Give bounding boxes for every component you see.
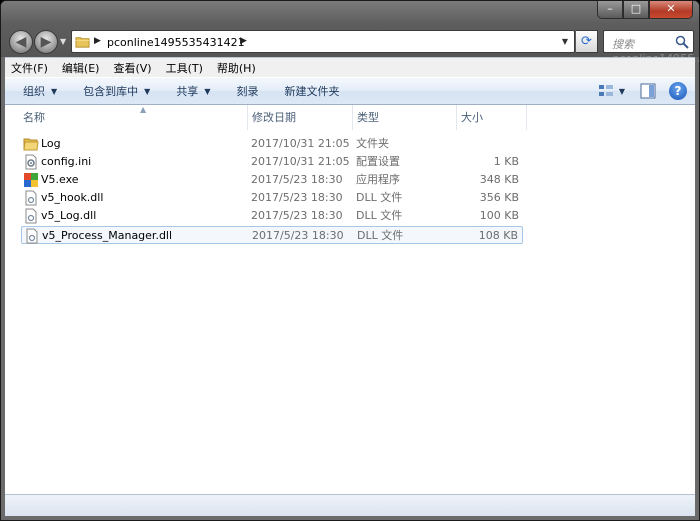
- file-size: 1 KB: [493, 155, 519, 168]
- dll-file-icon: [25, 208, 37, 224]
- view-options-dropdown[interactable]: ▼: [619, 87, 625, 96]
- column-header-name[interactable]: 名称: [17, 105, 248, 130]
- file-size: 356 KB: [479, 191, 519, 204]
- share-label: 共享: [176, 85, 199, 98]
- chevron-down-icon: ▼: [144, 86, 151, 96]
- command-bar: 组织 ▼ 包含到库中 ▼ 共享 ▼ 刻录 新建文件夹 ▼ ?: [5, 77, 695, 105]
- new-folder-button[interactable]: 新建文件夹: [284, 83, 339, 99]
- file-name: config.ini: [41, 155, 92, 168]
- folder-icon: [75, 37, 90, 48]
- include-in-library-label: 包含到库中: [83, 85, 139, 98]
- share-button[interactable]: 共享 ▼: [176, 83, 210, 99]
- explorer-window: – □ ✕ ◀ ▶ ▼ ▶ pconline1495535431421 ▶ ▼ …: [0, 0, 700, 521]
- menu-tools[interactable]: 工具(T): [166, 60, 203, 76]
- organize-button[interactable]: 组织 ▼: [23, 83, 57, 99]
- search-input[interactable]: 搜索 pconline14955...: [603, 30, 699, 65]
- file-type: DLL 文件: [356, 191, 403, 204]
- folder-icon: [23, 138, 39, 151]
- file-date: 2017/5/23 18:30: [251, 209, 343, 222]
- file-size: 348 KB: [479, 173, 519, 186]
- file-row-v5-exe[interactable]: V5.exe 2017/5/23 18:30 应用程序 348 KB: [21, 171, 523, 189]
- file-name: V5.exe: [41, 173, 79, 186]
- menu-edit[interactable]: 编辑(E): [62, 60, 100, 76]
- path-separator[interactable]: ▶: [240, 36, 247, 46]
- back-button[interactable]: ◀: [9, 30, 33, 54]
- close-button[interactable]: ✕: [649, 1, 693, 19]
- title-bar: – □ ✕ ◀ ▶ ▼ ▶ pconline1495535431421 ▶ ▼ …: [1, 1, 699, 65]
- window-frame-right: [695, 105, 699, 494]
- refresh-button[interactable]: ⟳: [576, 30, 598, 53]
- view-options-icon[interactable]: [597, 82, 615, 100]
- settings-file-icon: [25, 154, 37, 170]
- column-header-type[interactable]: 类型: [353, 105, 457, 130]
- dll-file-icon: [25, 190, 37, 206]
- file-row-v5-process-manager-dll[interactable]: v5_Process_Manager.dll 2017/5/23 18:30 D…: [21, 226, 523, 244]
- command-bar-right: ▼ ?: [597, 82, 687, 100]
- file-date: 2017/5/23 18:30: [251, 173, 343, 186]
- include-in-library-button[interactable]: 包含到库中 ▼: [83, 83, 150, 99]
- help-icon[interactable]: ?: [669, 82, 687, 100]
- file-size: 100 KB: [479, 209, 519, 222]
- file-type: 应用程序: [356, 173, 400, 186]
- file-row-log[interactable]: Log 2017/10/31 21:05 文件夹: [21, 135, 523, 153]
- status-bar: [5, 494, 695, 516]
- file-name: v5_Log.dll: [41, 209, 97, 222]
- file-date: 2017/10/31 21:05: [251, 137, 350, 150]
- file-date: 2017/5/23 18:30: [252, 229, 344, 242]
- file-type: DLL 文件: [357, 229, 404, 242]
- menu-help[interactable]: 帮助(H): [217, 60, 256, 76]
- file-row-v5-hook-dll[interactable]: v5_hook.dll 2017/5/23 18:30 DLL 文件 356 K…: [21, 189, 523, 207]
- chevron-down-icon: ▼: [51, 86, 58, 96]
- column-header-size[interactable]: 大小: [457, 105, 527, 130]
- menu-bar: 文件(F) 编辑(E) 查看(V) 工具(T) 帮助(H): [5, 57, 695, 77]
- file-type: 配置设置: [356, 155, 400, 168]
- file-list-view: ▲ 名称 修改日期 类型 大小 Log 2017/10/31 21:05 文件夹: [5, 105, 695, 494]
- chevron-down-icon: ▼: [204, 86, 211, 96]
- maximize-button[interactable]: □: [623, 1, 649, 19]
- file-row-v5-log-dll[interactable]: v5_Log.dll 2017/5/23 18:30 DLL 文件 100 KB: [21, 207, 523, 225]
- search-icon[interactable]: [675, 35, 689, 49]
- burn-button[interactable]: 刻录: [236, 83, 258, 99]
- file-date: 2017/10/31 21:05: [251, 155, 350, 168]
- column-header-date-modified[interactable]: 修改日期: [248, 105, 353, 130]
- address-path-segment[interactable]: pconline1495535431421: [107, 36, 245, 49]
- organize-label: 组织: [23, 85, 45, 98]
- file-name: v5_Process_Manager.dll: [42, 229, 173, 242]
- minimize-button[interactable]: –: [597, 1, 623, 19]
- menu-file[interactable]: 文件(F): [11, 60, 48, 76]
- dll-file-icon: [26, 228, 38, 244]
- window-frame-bottom: [1, 516, 699, 520]
- forward-button[interactable]: ▶: [34, 30, 58, 54]
- recent-pages-dropdown[interactable]: ▼: [60, 37, 66, 46]
- file-date: 2017/5/23 18:30: [251, 191, 343, 204]
- file-name: v5_hook.dll: [41, 191, 104, 204]
- caption-buttons: – □ ✕: [597, 1, 693, 19]
- address-bar[interactable]: ▶ pconline1495535431421 ▶ ▼: [71, 30, 575, 53]
- menu-view[interactable]: 查看(V): [113, 60, 151, 76]
- address-history-dropdown[interactable]: ▼: [562, 37, 568, 46]
- file-type: 文件夹: [356, 137, 389, 150]
- file-row-config-ini[interactable]: config.ini 2017/10/31 21:05 配置设置 1 KB: [21, 153, 523, 171]
- application-icon: [24, 173, 38, 187]
- path-separator[interactable]: ▶: [94, 36, 101, 46]
- preview-pane-icon[interactable]: [639, 82, 657, 100]
- file-size: 108 KB: [478, 229, 518, 242]
- file-type: DLL 文件: [356, 209, 403, 222]
- file-name: Log: [41, 137, 61, 150]
- column-headers: ▲ 名称 修改日期 类型 大小: [17, 105, 529, 130]
